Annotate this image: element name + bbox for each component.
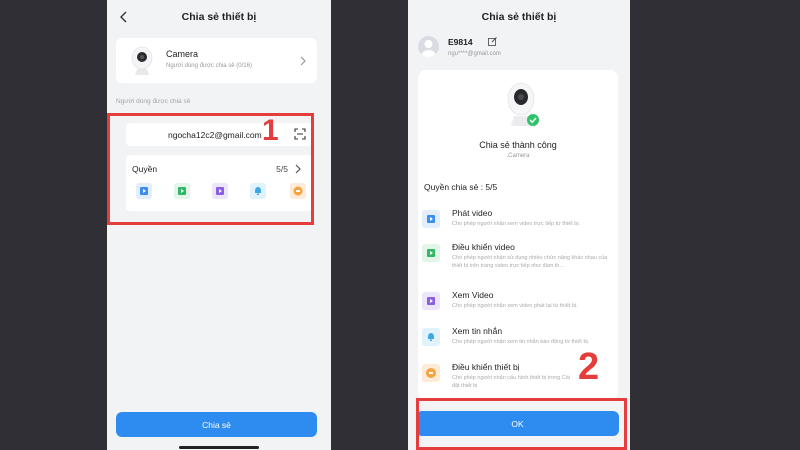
page-title: Chia sẻ thiết bị [181, 11, 257, 23]
permission-title: Điều khiển thiết bị [452, 362, 520, 372]
edit-icon[interactable] [488, 37, 497, 46]
permission-title: Điều khiển video [452, 242, 515, 252]
user-email: ngu****@gmail.com [448, 51, 501, 57]
permission-title: Xem Video [452, 290, 494, 300]
page-title: Chia sẻ thiết bị [481, 11, 557, 23]
device-card[interactable]: Camera Người dùng được chia sẻ (0/16) [116, 38, 317, 83]
success-check-icon [527, 114, 539, 126]
annotation-frame-2 [416, 398, 627, 450]
annotation-step-1: 1 [262, 114, 279, 147]
user-info: E9814 ngu****@gmail.com [418, 36, 620, 64]
permission-title: Xem tin nhắn [452, 326, 503, 336]
home-indicator [179, 446, 259, 449]
device-name: Camera [166, 49, 199, 59]
permission-item: Phát video Cho phép người nhận xem video… [422, 208, 614, 236]
user-name: E9814 [448, 37, 473, 47]
device-control-icon [422, 364, 440, 382]
top-bar: Chia sẻ thiết bị [408, 0, 630, 34]
annotation-step-2: 2 [578, 346, 600, 388]
camera-icon [131, 46, 153, 75]
success-title: Chia sẻ thành công [479, 140, 557, 150]
annotation-frame-1 [107, 113, 314, 225]
avatar [418, 36, 439, 57]
permission-item: Điều khiển video Cho phép người nhận sử … [422, 242, 614, 278]
share-device-screen: Chia sẻ thiết bị Camera Người dùng được … [107, 0, 331, 450]
message-bell-icon [422, 328, 440, 346]
permission-description: Cho phép người nhận sử dụng nhiều chức n… [452, 255, 608, 269]
top-bar: Chia sẻ thiết bị [107, 0, 331, 34]
share-button[interactable]: Chia sẻ [116, 412, 317, 437]
view-video-icon [422, 292, 440, 310]
permission-description: Cho phép người nhận xem video trực tiếp … [452, 221, 581, 227]
permission-description: Cho phép người nhận xem video phát lại t… [452, 303, 578, 309]
chevron-right-icon [300, 56, 306, 66]
permission-description: Cho phép người nhận cấu hình thiết bị tr… [452, 375, 570, 389]
success-subtitle: .Camera [506, 153, 530, 159]
device-share-count: Người dùng được chia sẻ (0/16) [166, 63, 252, 69]
camera-icon [507, 82, 539, 126]
play-video-icon [422, 210, 440, 228]
control-video-icon [422, 244, 440, 262]
back-arrow-icon[interactable] [117, 10, 131, 24]
shared-users-label: Người dùng được chia sẻ [116, 98, 191, 105]
permissions-heading: Quyền chia sẻ : 5/5 [424, 182, 498, 192]
permission-item: Xem Video Cho phép người nhận xem video … [422, 290, 614, 318]
permission-title: Phát video [452, 208, 493, 218]
